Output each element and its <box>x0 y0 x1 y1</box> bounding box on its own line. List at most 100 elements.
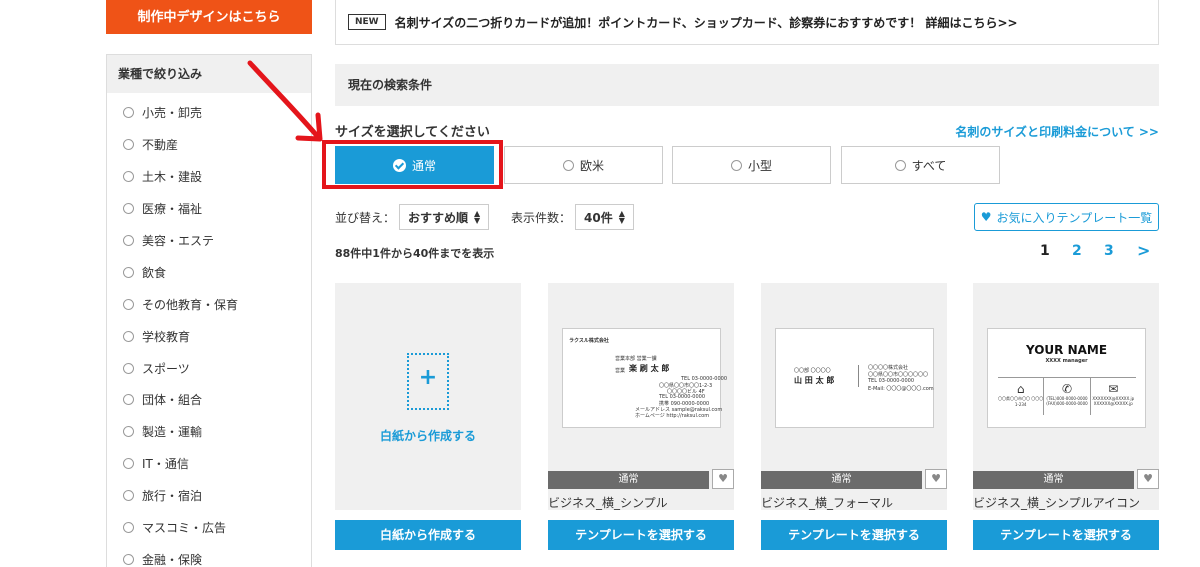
home-icon: ⌂ <box>1016 382 1025 396</box>
industry-filter-label: 製造・運輸 <box>142 425 203 440</box>
count-value: 40件 <box>584 210 613 225</box>
industry-filter-label: 飲食 <box>142 265 167 280</box>
phone-icon: ✆ <box>1061 382 1073 396</box>
preview-col: 〇〇県〇〇市〇〇 〇〇〇1-234 <box>998 396 1044 407</box>
industry-filter-item[interactable]: IT・通信 <box>123 448 311 480</box>
blank-card-area[interactable]: 白紙から作成する <box>335 283 521 510</box>
preview-line: TEL 03-0000-0000 <box>868 378 915 384</box>
size-option-western[interactable]: 欧米 <box>504 146 663 184</box>
size-tag: 通常 <box>761 471 922 489</box>
radio-icon <box>123 553 134 565</box>
preview-title: 営業 <box>615 368 626 374</box>
page-1[interactable]: 1 <box>1040 243 1050 259</box>
preview-headline: YOUR NAME <box>1025 343 1108 357</box>
business-card-preview: 〇〇部 〇〇〇〇 山 田 太 郎 〇〇〇〇株式会社 〇〇県〇〇市〇〇〇〇〇〇 T… <box>775 328 934 428</box>
radio-icon <box>123 298 134 310</box>
industry-filter-item[interactable]: 製造・運輸 <box>123 416 311 448</box>
card-tag-row: 通常 ♥ <box>548 469 734 489</box>
current-conditions-bar: 現在の検索条件 <box>335 64 1159 106</box>
industry-filter-item[interactable]: 美容・エステ <box>123 225 311 257</box>
radio-icon <box>123 330 134 342</box>
blank-card-label[interactable]: 白紙から作成する <box>335 427 521 444</box>
news-banner[interactable]: NEW 名刺サイズの二つ折りカードが追加！ポイントカード、ショップカード、診察券… <box>335 0 1159 45</box>
template-card-blank: 白紙から作成する 白紙から作成する <box>335 283 521 550</box>
industry-filter-label: 不動産 <box>142 138 179 153</box>
template-preview[interactable]: ラクスル株式会社 営業本部 営業一課 営業 楽 刷 太 郎 TEL 03-000… <box>548 283 734 510</box>
industry-filter-item[interactable]: 飲食 <box>123 256 311 288</box>
preview-line: E-Mail: 〇〇〇@〇〇〇.com <box>868 386 934 392</box>
create-blank-button[interactable]: 白紙から作成する <box>335 520 521 550</box>
divider <box>858 365 859 387</box>
template-preview[interactable]: 〇〇部 〇〇〇〇 山 田 太 郎 〇〇〇〇株式会社 〇〇県〇〇市〇〇〇〇〇〇 T… <box>761 283 947 510</box>
next-page-button[interactable]: > <box>1137 241 1150 260</box>
template-card: ラクスル株式会社 営業本部 営業一課 営業 楽 刷 太 郎 TEL 03-000… <box>548 283 734 550</box>
card-tag-row: 通常 ♥ <box>761 469 947 489</box>
preview-line: 〇〇〇〇株式会社 <box>868 365 909 371</box>
industry-filter-item[interactable]: 学校教育 <box>123 320 311 352</box>
radio-icon <box>123 235 134 246</box>
industry-filter-item[interactable]: 団体・組合 <box>123 384 311 416</box>
mail-icon-cell: ✉ XXXXXXX@XXXXX.jp XXXXXX@XXXXX.jp <box>1091 378 1136 415</box>
industry-filter-item[interactable]: 土木・建設 <box>123 161 311 193</box>
industry-filter-label: 金融・保険 <box>142 552 203 567</box>
industry-filter-label: 団体・組合 <box>142 393 203 408</box>
industry-filter-item[interactable]: スポーツ <box>123 352 311 384</box>
industry-filter-item[interactable]: 金融・保険 <box>123 543 311 567</box>
size-option-small[interactable]: 小型 <box>672 146 831 184</box>
industry-filter-item[interactable]: 医療・福祉 <box>123 193 311 225</box>
sort-select[interactable]: おすすめ順 ▲ ▼ <box>399 204 490 230</box>
red-highlight-box <box>322 140 503 189</box>
radio-icon <box>123 394 134 406</box>
template-preview[interactable]: YOUR NAME XXXX manager ⌂ 〇〇県〇〇市〇〇 〇〇〇1-2… <box>973 283 1159 510</box>
industry-filter-label: 学校教育 <box>142 329 191 344</box>
count-select[interactable]: 40件 ▲ ▼ <box>575 204 634 230</box>
favorite-templates-button[interactable]: ♥ お気に入りテンプレート一覧 <box>974 203 1159 231</box>
heart-icon[interactable]: ♥ <box>925 469 947 489</box>
size-option-all[interactable]: すべて <box>841 146 1000 184</box>
template-card: 〇〇部 〇〇〇〇 山 田 太 郎 〇〇〇〇株式会社 〇〇県〇〇市〇〇〇〇〇〇 T… <box>761 283 947 550</box>
select-template-button[interactable]: テンプレートを選択する <box>548 520 734 550</box>
preview-company: ラクスル株式会社 <box>569 338 609 344</box>
industry-filter-label: その他教育・保育 <box>142 297 239 312</box>
count-label: 表示件数： <box>511 210 572 225</box>
size-tag: 通常 <box>548 471 709 489</box>
icon-row: ⌂ 〇〇県〇〇市〇〇 〇〇〇1-234 ✆ (TEL)000-0000-0000… <box>998 377 1136 415</box>
red-arrow-annotation <box>247 60 323 142</box>
page-2[interactable]: 2 <box>1072 243 1082 259</box>
industry-filter-label: 医療・福祉 <box>142 202 203 217</box>
news-text[interactable]: 名刺サイズの二つ折りカードが追加！ポイントカード、ショップカード、診察券におすす… <box>395 14 1018 31</box>
industry-filter-label: 旅行・宿泊 <box>142 489 203 504</box>
industry-filter-label: マスコミ・広告 <box>142 521 227 536</box>
preview-col: (TEL)000-0000-0000 (FAX)000-0000-0000 <box>1046 396 1088 406</box>
template-name[interactable]: ビジネス_横_シンプルアイコン <box>973 494 1140 511</box>
page-3[interactable]: 3 <box>1104 243 1114 259</box>
preview-prefix: 〇〇部 〇〇〇〇 <box>794 368 831 374</box>
phone-icon-cell: ✆ (TEL)000-0000-0000 (FAX)000-0000-0000 <box>1044 378 1091 415</box>
preview-col: XXXXXXX@XXXXX.jp XXXXXX@XXXXX.jp <box>1092 396 1135 406</box>
size-option-label: 欧米 <box>579 158 604 173</box>
industry-filter-label: 土木・建設 <box>142 170 203 185</box>
template-name[interactable]: ビジネス_横_フォーマル <box>761 494 893 511</box>
business-card-preview: YOUR NAME XXXX manager ⌂ 〇〇県〇〇市〇〇 〇〇〇1-2… <box>987 328 1146 428</box>
size-price-link[interactable]: 名刺のサイズと印刷料金について >> <box>955 123 1159 140</box>
sort-control: 並び替え： おすすめ順 ▲ ▼ <box>335 204 490 230</box>
select-template-button[interactable]: テンプレートを選択する <box>761 520 947 550</box>
template-name[interactable]: ビジネス_横_シンプル <box>548 494 668 511</box>
radio-icon <box>730 159 742 171</box>
size-select-title: サイズを選択してください <box>335 125 490 140</box>
radio-icon <box>123 171 134 183</box>
design-in-progress-button[interactable]: 制作中デザインはこちら <box>106 0 312 34</box>
industry-filter-label: 小売・卸売 <box>142 106 203 121</box>
card-tag-row: 通常 ♥ <box>973 469 1159 489</box>
favorite-templates-label: お気に入りテンプレート一覧 <box>996 210 1153 225</box>
count-control: 表示件数： 40件 ▲ ▼ <box>511 204 634 230</box>
radio-icon <box>123 362 134 374</box>
select-template-button[interactable]: テンプレートを選択する <box>973 520 1159 550</box>
heart-icon[interactable]: ♥ <box>1137 469 1159 489</box>
size-option-label: 小型 <box>747 158 772 173</box>
preview-subline: XXXX manager <box>1045 358 1088 364</box>
industry-filter-item[interactable]: 旅行・宿泊 <box>123 480 311 512</box>
heart-icon[interactable]: ♥ <box>712 469 734 489</box>
industry-filter-item[interactable]: マスコミ・広告 <box>123 512 311 544</box>
industry-filter-item[interactable]: その他教育・保育 <box>123 288 311 320</box>
